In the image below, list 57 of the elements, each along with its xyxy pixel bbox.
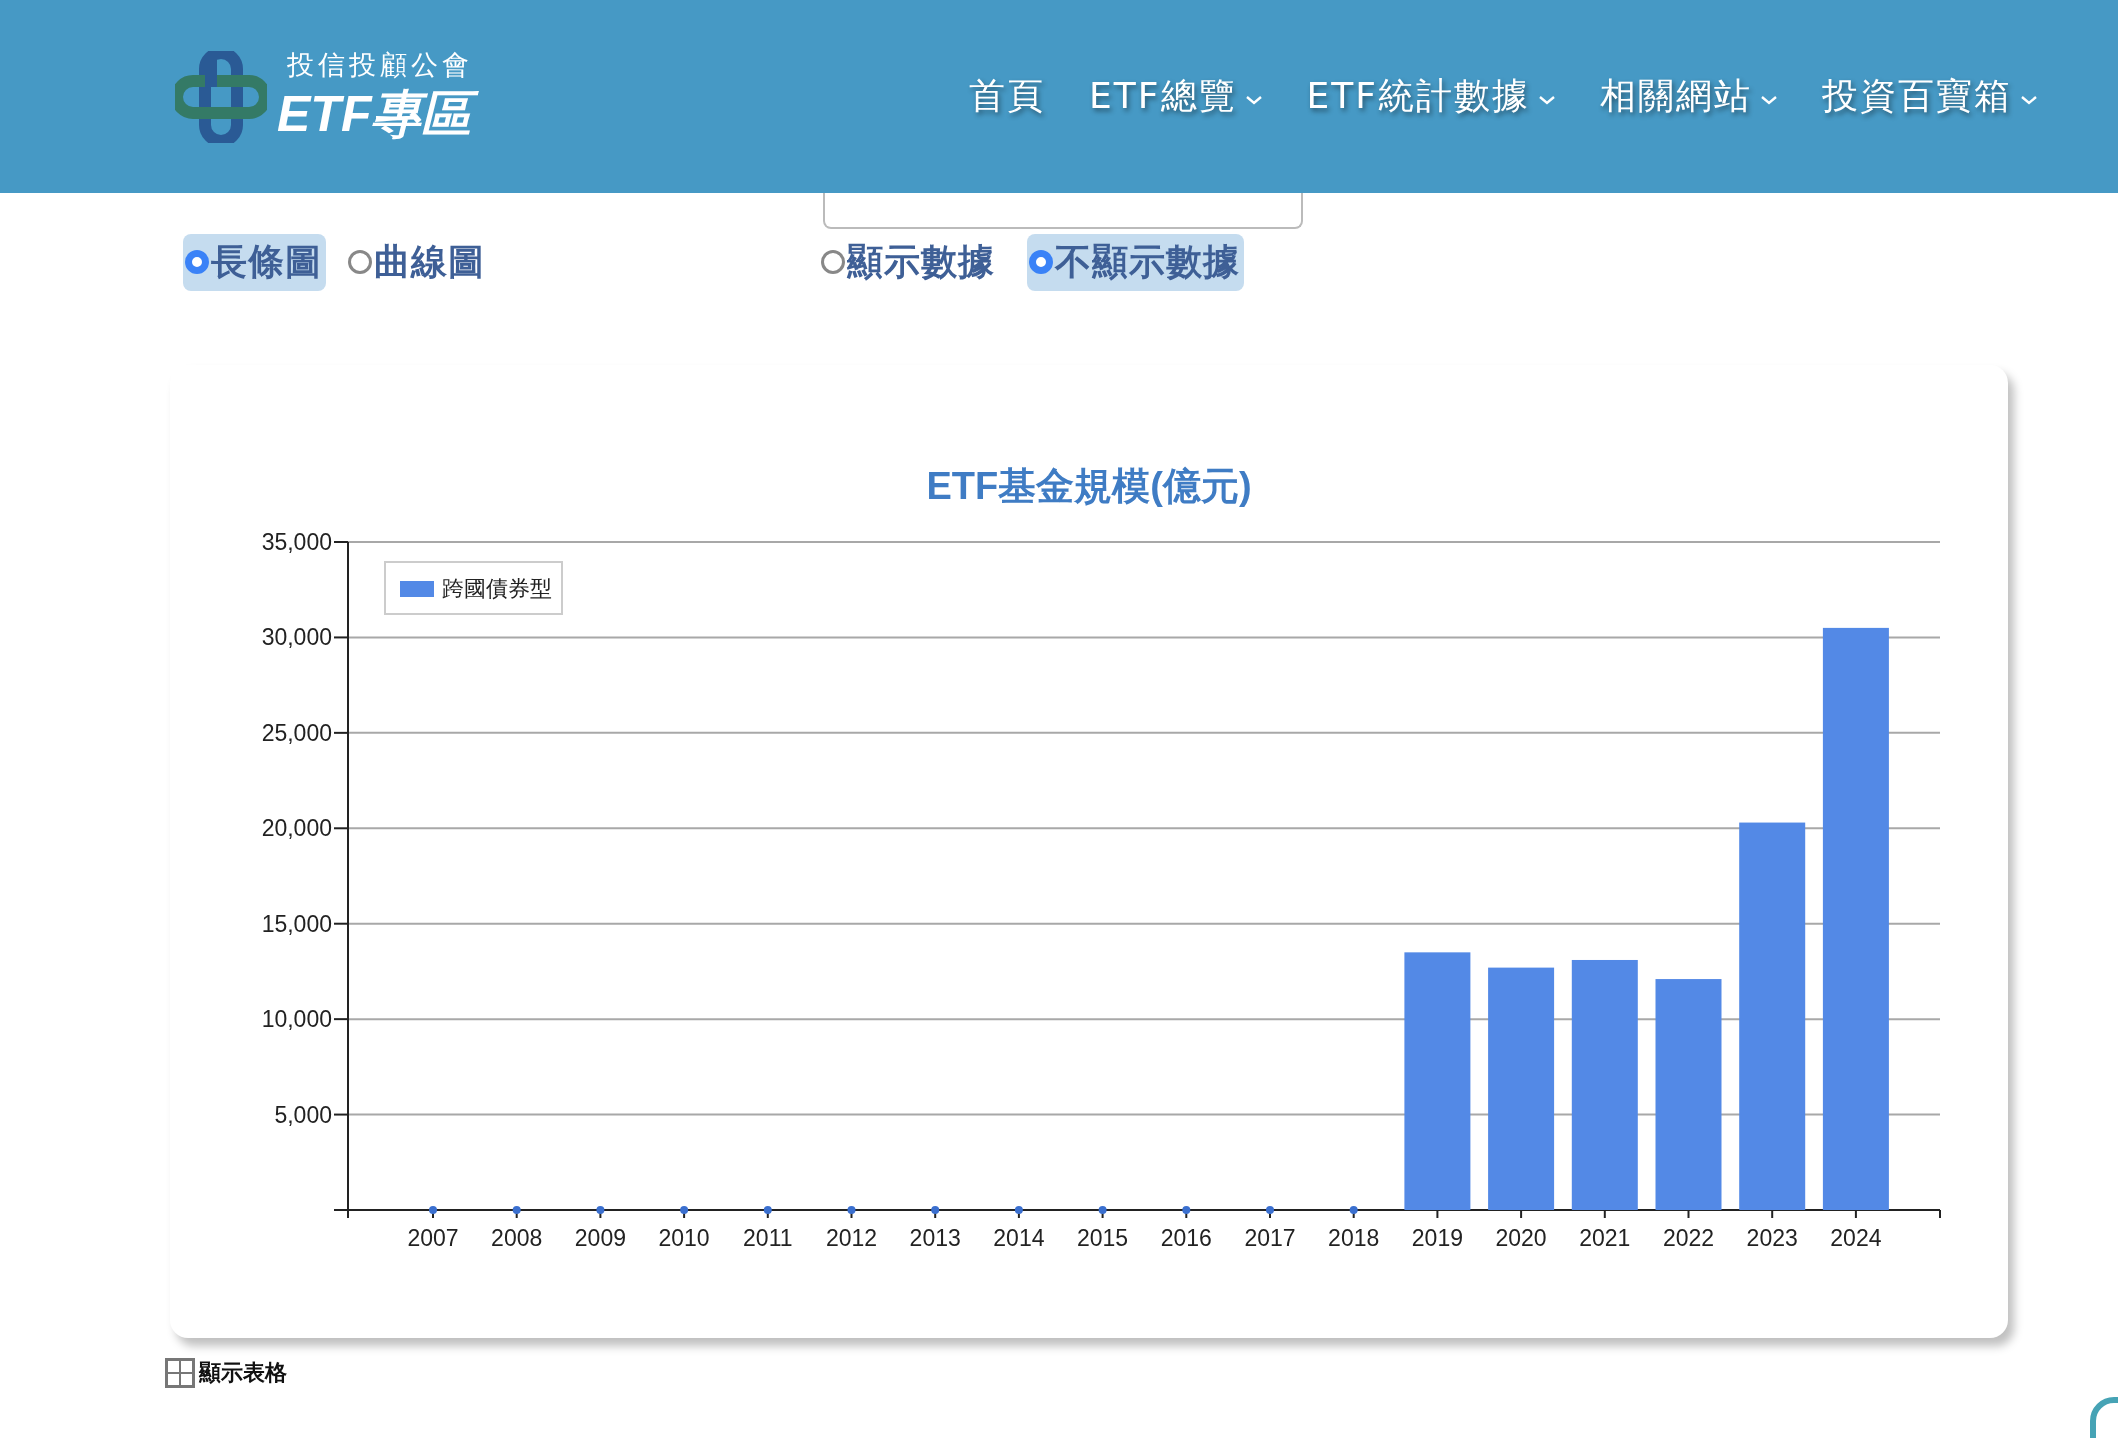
point-marker bbox=[931, 1206, 940, 1214]
logo-title: ETF專區 bbox=[277, 83, 484, 146]
point-marker bbox=[847, 1206, 856, 1214]
legend-label: 跨國債券型 bbox=[442, 576, 552, 601]
x-tick-label: 2015 bbox=[1077, 1225, 1129, 1251]
point-marker bbox=[1098, 1206, 1107, 1214]
show-table-link[interactable]: 顯示表格 bbox=[165, 1358, 287, 1388]
nav-link[interactable]: 投資百寶箱 bbox=[1822, 72, 2038, 121]
logo-subtitle: 投信投顧公會 bbox=[286, 48, 474, 83]
y-tick-label: 30,000 bbox=[261, 624, 332, 651]
nav-link[interactable]: 相關網站 bbox=[1600, 72, 1778, 121]
point-marker bbox=[429, 1206, 437, 1214]
point-marker bbox=[763, 1206, 772, 1214]
nav-link[interactable]: ETF統計數據 bbox=[1306, 72, 1556, 121]
x-tick-label: 2009 bbox=[574, 1225, 626, 1251]
x-tick-label: 2012 bbox=[825, 1225, 878, 1251]
x-tick-label: 2011 bbox=[743, 1225, 793, 1251]
x-tick-label: 2008 bbox=[491, 1225, 543, 1251]
x-tick-label: 2010 bbox=[658, 1225, 710, 1251]
radio-option[interactable]: 不顯示數據 bbox=[1027, 233, 1244, 291]
x-tick-label: 2016 bbox=[1160, 1225, 1212, 1251]
x-tick-label: 2014 bbox=[993, 1225, 1045, 1251]
x-tick-label: 2020 bbox=[1495, 1225, 1547, 1251]
y-tick-label: 15,000 bbox=[261, 910, 332, 937]
x-tick-label: 2023 bbox=[1746, 1225, 1798, 1251]
caret-icon[interactable] bbox=[1538, 93, 1556, 106]
point-marker bbox=[512, 1206, 521, 1214]
point-marker bbox=[596, 1206, 605, 1214]
radio-option[interactable]: 顯示數據 bbox=[819, 233, 999, 291]
y-tick-label: 35,000 bbox=[261, 529, 332, 555]
point-marker bbox=[680, 1206, 689, 1214]
radio-option[interactable]: 長條圖 bbox=[183, 233, 326, 291]
x-tick-label: 2022 bbox=[1662, 1225, 1715, 1251]
nav-link[interactable]: 首頁 bbox=[969, 72, 1046, 121]
x-tick-label: 2007 bbox=[407, 1225, 459, 1251]
nav-link[interactable]: ETF總覽 bbox=[1089, 72, 1263, 121]
table-icon bbox=[165, 1358, 195, 1388]
logo-icon bbox=[175, 50, 267, 143]
y-tick-label: 20,000 bbox=[261, 815, 332, 842]
caret-icon[interactable] bbox=[2020, 93, 2038, 106]
point-marker bbox=[1349, 1206, 1358, 1214]
x-tick-label: 2024 bbox=[1830, 1225, 1882, 1251]
y-tick-label: 25,000 bbox=[261, 719, 332, 746]
x-tick-label: 2013 bbox=[909, 1225, 961, 1251]
y-tick-label: 10,000 bbox=[261, 1006, 332, 1033]
x-tick-label: 2019 bbox=[1411, 1225, 1463, 1251]
caret-icon[interactable] bbox=[1244, 93, 1263, 106]
chart-title: ETF基金規模(億元) bbox=[925, 464, 1253, 509]
point-marker bbox=[1182, 1206, 1191, 1214]
y-tick-label: 5,000 bbox=[274, 1101, 332, 1128]
point-marker bbox=[1014, 1206, 1023, 1214]
x-tick-label: 2018 bbox=[1328, 1225, 1380, 1251]
caret-icon[interactable] bbox=[1760, 93, 1778, 106]
radio-option[interactable]: 曲線圖 bbox=[346, 233, 489, 291]
point-marker bbox=[1266, 1206, 1274, 1214]
x-tick-label: 2017 bbox=[1244, 1225, 1296, 1251]
x-tick-label: 2021 bbox=[1579, 1225, 1631, 1251]
